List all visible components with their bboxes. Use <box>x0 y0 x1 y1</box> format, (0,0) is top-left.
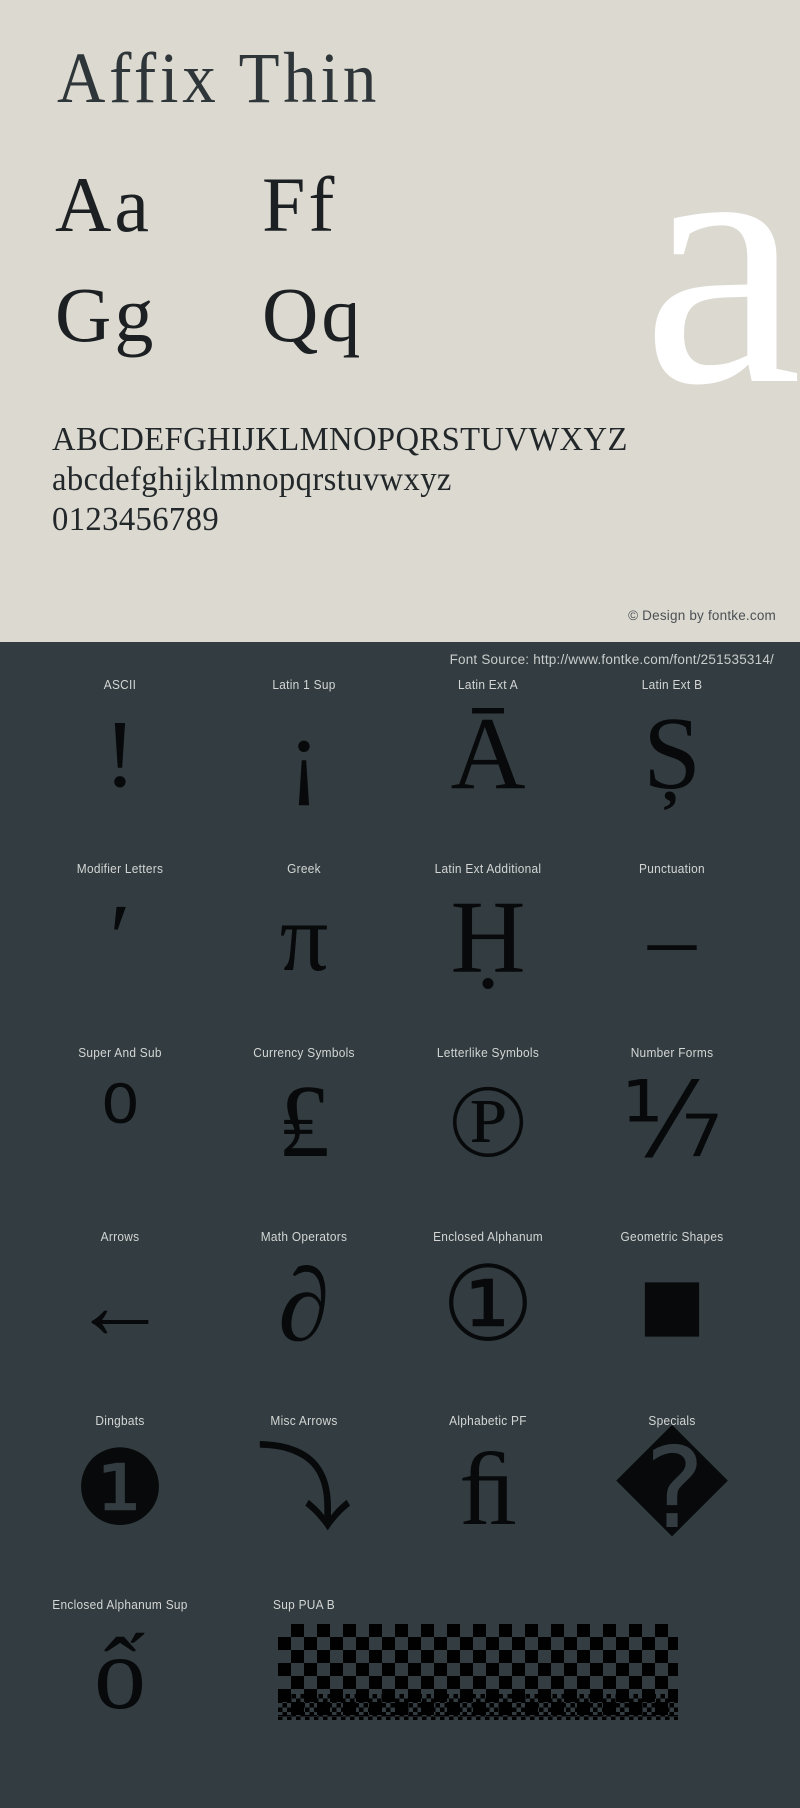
unicode-block-row: Arrows ← Math Operators ∂ Enclosed Alpha… <box>0 1230 800 1414</box>
unicode-block-sup-pua-b[interactable]: Sup PUA B <box>212 1598 678 1748</box>
unicode-block-latin-ext-a[interactable]: Latin Ext A Ā <box>396 678 580 862</box>
unicode-block-super-and-sub[interactable]: Super And Sub ⁰ <box>28 1046 212 1230</box>
unicode-block-row: Modifier Letters ʹ Greek π Latin Ext Add… <box>0 862 800 1046</box>
unicode-block-number-forms[interactable]: Number Forms ⅐ <box>580 1046 764 1230</box>
block-label: Dingbats <box>95 1414 145 1428</box>
block-sample-glyph: ℗ <box>448 1064 528 1179</box>
glyph-pair-row: Aa Ff <box>0 150 430 260</box>
block-sample-glyph: Ā <box>450 696 526 811</box>
alphabet-uppercase: ABCDEFGHIJKLMNOPQRSTUVWXYZ <box>52 421 628 458</box>
unicode-block-latin-ext-additional[interactable]: Latin Ext Additional Ḥ <box>396 862 580 1046</box>
unicode-block-ascii[interactable]: ASCII ! <box>28 678 212 862</box>
block-sample-glyph: ﬁ <box>459 1432 517 1547</box>
block-sample-glyph: – <box>648 884 696 991</box>
digit-sample: 0123456789 <box>52 501 220 538</box>
block-label: Currency Symbols <box>253 1046 355 1060</box>
block-label: Math Operators <box>260 1230 348 1244</box>
glyph-pair-aa: Aa <box>55 161 152 248</box>
block-label: Latin Ext B <box>641 678 703 692</box>
unicode-block-geometric-shapes[interactable]: Geometric Shapes ■ <box>580 1230 764 1414</box>
block-label: ASCII <box>103 678 137 692</box>
block-sample-glyph: ❶ <box>73 1432 167 1547</box>
block-label: Super And Sub <box>78 1046 162 1060</box>
unicode-block-row: Dingbats ❶ Misc Arrows ⤵ Alphabetic PF ﬁ… <box>0 1414 800 1598</box>
block-sample-glyph: ʹ <box>109 884 131 991</box>
font-source-link[interactable]: Font Source: http://www.fontke.com/font/… <box>450 652 774 667</box>
unicode-block-dingbats[interactable]: Dingbats ❶ <box>28 1414 212 1598</box>
block-label: Modifier Letters <box>76 862 164 876</box>
unicode-block-specials[interactable]: Specials � <box>580 1414 764 1598</box>
unicode-block-enclosed-alphanum[interactable]: Enclosed Alphanum ① <box>396 1230 580 1414</box>
unicode-block-arrows[interactable]: Arrows ← <box>28 1230 212 1414</box>
page-title: Affix Thin <box>57 38 381 118</box>
block-label: Misc Arrows <box>270 1414 338 1428</box>
block-sample-glyph: ⅐ <box>621 1064 723 1179</box>
specimen-preview-panel: Affix Thin a Aa Ff Gg Qq ABCDEFGHIJKLMNO… <box>0 0 800 642</box>
block-sample-glyph: ₤ <box>278 1064 330 1179</box>
block-label: Latin Ext A <box>458 678 518 692</box>
block-label: Latin 1 Sup <box>272 678 336 692</box>
block-label: Latin Ext Additional <box>434 862 542 876</box>
block-sample-glyph: ⤵ <box>256 1436 352 1543</box>
unicode-block-row: Super And Sub ⁰ Currency Symbols ₤ Lette… <box>0 1046 800 1230</box>
alphabet-sample: ABCDEFGHIJKLMNOPQRSTUVWXYZ abcdefghijklm… <box>52 420 652 540</box>
glyph-pair-qq: Qq <box>262 271 364 358</box>
block-sample-glyph: ¡ <box>288 700 320 807</box>
unicode-block-row: ASCII ! Latin 1 Sup ¡ Latin Ext A Ā Lati… <box>0 678 800 862</box>
block-label: Arrows <box>100 1230 140 1244</box>
block-sample-glyph: ■ <box>638 1244 706 1368</box>
unicode-block-greek[interactable]: Greek π <box>212 862 396 1046</box>
unicode-block-modifier-letters[interactable]: Modifier Letters ʹ <box>28 862 212 1046</box>
block-label: Alphabetic PF <box>449 1414 527 1428</box>
glyph-pair-grid: Aa Ff Gg Qq <box>0 150 430 370</box>
block-label: Number Forms <box>630 1046 714 1060</box>
unicode-block-enclosed-alphanum-sup[interactable]: Enclosed Alphanum Sup ố <box>28 1598 212 1748</box>
unicode-block-grid: ASCII ! Latin 1 Sup ¡ Latin Ext A Ā Lati… <box>0 678 800 1748</box>
unicode-block-alphabetic-pf[interactable]: Alphabetic PF ﬁ <box>396 1414 580 1598</box>
unicode-block-misc-arrows[interactable]: Misc Arrows ⤵ <box>212 1414 396 1598</box>
block-sample-glyph: ! <box>104 700 136 807</box>
unicode-block-letterlike-symbols[interactable]: Letterlike Symbols ℗ <box>396 1046 580 1230</box>
block-label: Punctuation <box>639 862 705 876</box>
copyright-notice: © Design by fontke.com <box>628 608 776 623</box>
block-sample-glyph: � <box>614 1428 730 1552</box>
unicode-block-currency-symbols[interactable]: Currency Symbols ₤ <box>212 1046 396 1230</box>
block-label: Sup PUA B <box>273 1598 335 1612</box>
block-label: Specials <box>648 1414 696 1428</box>
glyph-pair-ff: Ff <box>262 161 338 248</box>
block-sample-glyph: ⁰ <box>100 1068 140 1175</box>
alphabet-lowercase: abcdefghijklmnopqrstuvwxyz <box>52 461 452 498</box>
block-sample-glyph: ố <box>94 1616 146 1731</box>
block-sample-glyph: Ḥ <box>450 880 526 995</box>
unicode-block-math-operators[interactable]: Math Operators ∂ <box>212 1230 396 1414</box>
block-label: Enclosed Alphanum <box>433 1230 543 1244</box>
block-sample-glyph: ① <box>441 1248 535 1363</box>
glyph-pair-row: Gg Qq <box>0 260 430 370</box>
glyph-pair-gg: Gg <box>55 271 157 358</box>
unicode-block-latin-1-sup[interactable]: Latin 1 Sup ¡ <box>212 678 396 862</box>
block-sample-glyph: Ș <box>643 696 701 811</box>
block-label: Greek <box>287 862 321 876</box>
block-sample-glyph: π <box>279 884 329 991</box>
block-sample-glyph <box>212 1614 396 1744</box>
block-sample-glyph: ← <box>72 1252 168 1359</box>
unicode-block-punctuation[interactable]: Punctuation – <box>580 862 764 1046</box>
unicode-block-latin-ext-b[interactable]: Latin Ext B Ș <box>580 678 764 862</box>
unicode-block-row: Enclosed Alphanum Sup ố Sup PUA B <box>0 1598 800 1748</box>
hero-glyph: a <box>642 60 800 459</box>
block-sample-glyph: ∂ <box>278 1248 330 1363</box>
unicode-blocks-panel: Font Source: http://www.fontke.com/font/… <box>0 642 800 1808</box>
block-label: Letterlike Symbols <box>436 1046 540 1060</box>
block-label: Enclosed Alphanum Sup <box>52 1598 188 1612</box>
block-label: Geometric Shapes <box>620 1230 724 1244</box>
